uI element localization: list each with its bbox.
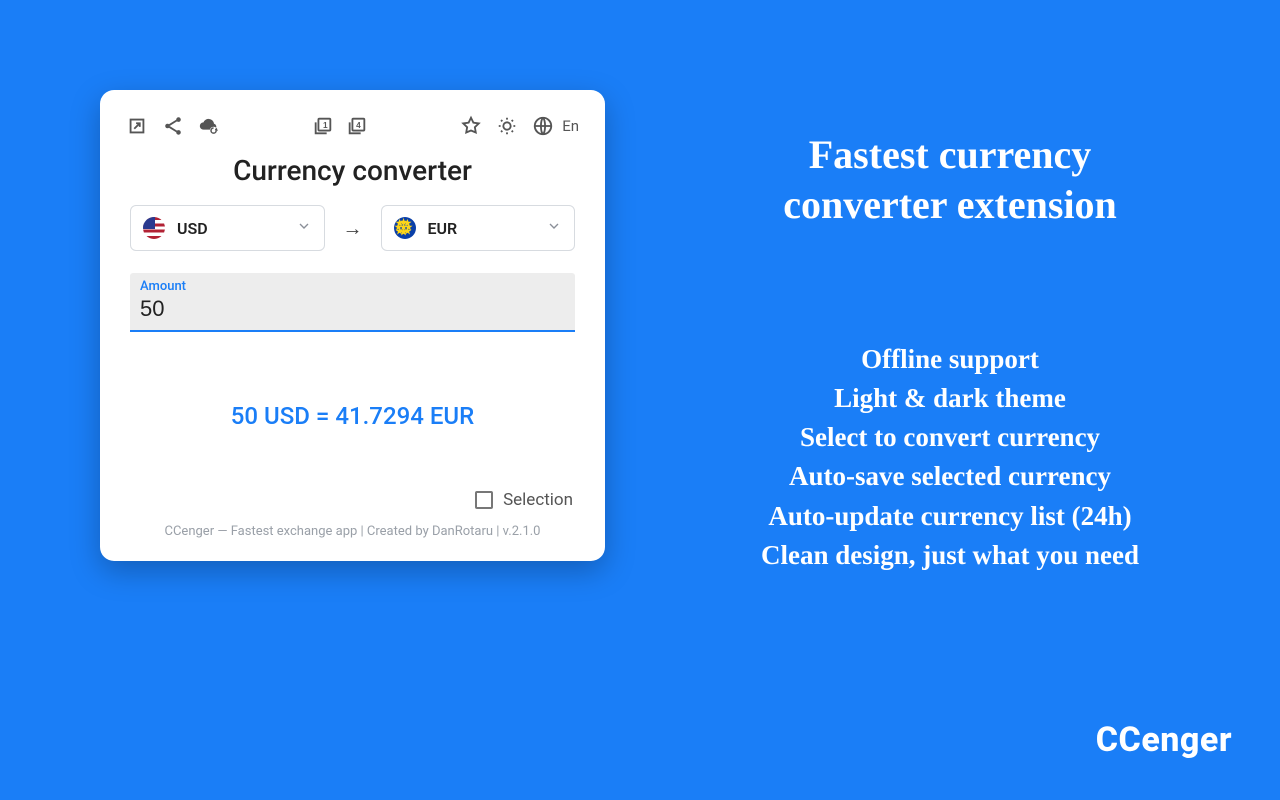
language-label[interactable]: En — [562, 117, 579, 135]
theme-icon[interactable] — [496, 115, 518, 137]
star-icon[interactable] — [460, 115, 482, 137]
chevron-down-icon — [296, 218, 312, 238]
eu-flag-icon — [394, 217, 416, 239]
to-currency-select[interactable]: EUR — [381, 205, 576, 251]
us-flag-icon — [143, 217, 165, 239]
layout-four-icon[interactable]: 4 — [346, 115, 368, 137]
toolbar: 1 4 En — [126, 112, 579, 140]
selection-toggle[interactable]: Selection — [126, 490, 579, 510]
feature-item: Auto-update currency list (24h) — [640, 497, 1260, 536]
headline-line: converter extension — [783, 182, 1117, 227]
brand-logo: CCenger — [1096, 720, 1232, 760]
cloud-sync-icon[interactable] — [198, 115, 220, 137]
amount-field[interactable]: Amount — [130, 273, 575, 332]
chevron-down-icon — [546, 218, 562, 238]
checkbox-icon[interactable] — [475, 491, 493, 509]
promo-headline: Fastest currency converter extension — [680, 130, 1220, 230]
feature-item: Light & dark theme — [640, 379, 1260, 418]
from-currency-select[interactable]: USD — [130, 205, 325, 251]
conversion-result: 50 USD = 41.7294 EUR — [126, 402, 579, 430]
amount-input[interactable] — [140, 294, 565, 326]
converter-card: 1 4 En Currency converter USD — [100, 90, 605, 561]
card-title: Currency converter — [126, 154, 579, 187]
amount-label: Amount — [140, 279, 565, 294]
swap-arrow-icon[interactable]: → — [339, 216, 367, 241]
to-currency-code: EUR — [428, 219, 458, 238]
share-icon[interactable] — [162, 115, 184, 137]
svg-text:4: 4 — [356, 121, 361, 130]
feature-item: Select to convert currency — [640, 418, 1260, 457]
from-currency-code: USD — [177, 219, 208, 238]
headline-line: Fastest currency — [809, 132, 1092, 177]
open-external-icon[interactable] — [126, 115, 148, 137]
currency-row: USD → EUR — [126, 205, 579, 251]
feature-item: Offline support — [640, 340, 1260, 379]
globe-icon[interactable] — [532, 115, 554, 137]
feature-item: Clean design, just what you need — [640, 536, 1260, 575]
svg-text:1: 1 — [323, 121, 328, 130]
layout-one-icon[interactable]: 1 — [312, 115, 334, 137]
feature-list: Offline support Light & dark theme Selec… — [640, 340, 1260, 575]
feature-item: Auto-save selected currency — [640, 457, 1260, 496]
selection-label: Selection — [503, 490, 573, 510]
card-footer: CCenger — Fastest exchange app | Created… — [126, 524, 579, 547]
